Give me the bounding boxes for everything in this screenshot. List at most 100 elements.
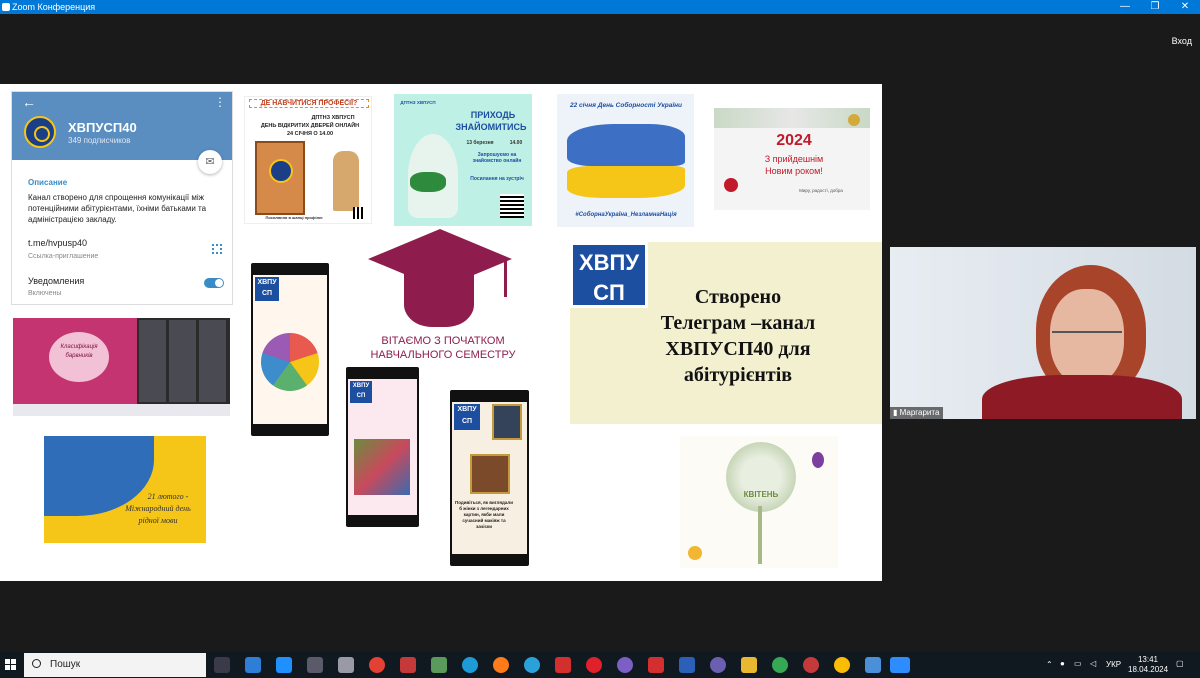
store-icon[interactable] — [245, 657, 261, 673]
phone-screenshot-1: ХВПУ СП — [251, 263, 329, 436]
notifications-state: Включены — [28, 290, 62, 297]
clock-date: 18.04.2024 — [1128, 665, 1169, 674]
system-clock[interactable]: 13:41 18.04.2024 — [1128, 655, 1168, 675]
poster-title: ДЕ НАВЧИТИСЯ ПРОФЕСІЇ? — [249, 99, 369, 108]
more-menu-icon: ⋮ — [214, 95, 226, 109]
viber-icon[interactable] — [617, 657, 633, 673]
college-emblem — [269, 159, 293, 183]
photos-icon[interactable] — [865, 657, 881, 673]
telegram-channel-card: ← ⋮ ХВПУСП40 349 подписчиков ✉ Описание … — [11, 91, 233, 305]
april-word: КВІТЕНЬ — [743, 490, 779, 499]
opera-icon[interactable] — [586, 657, 602, 673]
windows-logo-br — [11, 665, 16, 670]
classification-screenshot: Класифікація барвників — [13, 318, 230, 416]
participant-body — [982, 375, 1182, 419]
chrome-icon-2[interactable] — [772, 657, 788, 673]
green-bow — [410, 172, 446, 192]
network-icon[interactable]: ▭ — [1074, 659, 1082, 668]
map-blue-half — [567, 124, 685, 166]
chrome-icon-3[interactable] — [834, 657, 850, 673]
new-year-text2: Новим роком! — [765, 166, 823, 176]
phone3-logo-top: ХВПУ — [457, 406, 477, 413]
meet-invite: Запрошуємо на знайомство онлайн — [472, 152, 522, 164]
tray-chevron-icon[interactable]: ⌃ — [1046, 660, 1053, 669]
purple-flower — [812, 452, 824, 468]
language-indicator[interactable]: УКР — [1106, 660, 1121, 669]
meet-link: Посилання на зустріч — [470, 176, 524, 182]
fir-branches — [714, 108, 870, 128]
volume-icon[interactable]: ◁ — [1090, 659, 1096, 668]
minimize-button[interactable]: — — [1110, 0, 1140, 14]
phone3-caption: Подивіться, як виглядали б жінки з леген… — [454, 500, 514, 529]
acrobat-icon[interactable] — [555, 657, 571, 673]
start-button[interactable] — [0, 652, 22, 678]
telegram-icon[interactable] — [524, 657, 540, 673]
taskbar-search[interactable]: Пошук — [24, 653, 206, 677]
close-button[interactable]: ✕ — [1170, 0, 1200, 14]
yellow-flower — [688, 546, 702, 560]
classification-title2: барвників — [65, 353, 93, 359]
task-view-icon[interactable] — [214, 657, 230, 673]
calendar-icon[interactable] — [276, 657, 292, 673]
windows-logo-tr — [11, 659, 16, 664]
big-logo-top: ХВПУ — [578, 250, 640, 275]
participant-name-label: ▮ Маргарита — [890, 407, 944, 419]
signin-link[interactable]: Вход — [1172, 36, 1192, 46]
new-year-year: 2024 — [776, 132, 812, 149]
zoom-toolbar-strip — [13, 404, 230, 416]
calculator-icon[interactable] — [307, 657, 323, 673]
mother-line1: 21 лютого - — [147, 492, 189, 501]
poster-line3: 24 СІЧНЯ О 14.00 — [286, 131, 334, 137]
telegram-created-panel: ХВПУ СП Створено Телеграм –канал ХВПУСП4… — [570, 242, 882, 424]
notifications-icon[interactable]: ▢ — [1176, 659, 1184, 668]
zoom-taskbar-icon[interactable] — [890, 657, 910, 673]
created-line4: абітурієнтів — [683, 364, 793, 386]
created-line1: Створено — [694, 286, 782, 308]
media-icon[interactable] — [710, 657, 726, 673]
edge-icon[interactable] — [462, 657, 478, 673]
unity-title: 22 січня День Соборності України — [569, 102, 683, 109]
signal-icon: ▮ — [893, 408, 900, 417]
created-line2: Телеграм –канал — [660, 312, 816, 334]
mother-line2: Міжнародний день — [125, 504, 191, 513]
app-icon-2[interactable] — [431, 657, 447, 673]
poster-footer: Посилання в шапці профілю — [265, 215, 323, 220]
unity-tags: #СоборнаУкраїна_НезламнаНація — [575, 212, 677, 218]
windows-logo-tl — [5, 659, 10, 664]
zoom-app-icon — [2, 3, 10, 11]
telegram-created-text: Створено Телеграм –канал ХВПУСП40 для аб… — [608, 284, 868, 388]
explorer-icon[interactable] — [741, 657, 757, 673]
participant-video[interactable]: ▮ Маргарита — [890, 247, 1196, 419]
cap-base — [404, 271, 474, 327]
phone2-logo: ХВПУ СП — [350, 381, 372, 403]
windows-logo-bl — [5, 665, 10, 670]
app-icon-3[interactable] — [803, 657, 819, 673]
window-title: Zoom Конференция — [12, 2, 96, 12]
new-year-small: Миру, радості, добра — [799, 188, 843, 193]
mother-language-poster: 21 лютого - Міжнародний день рідної мови — [44, 436, 206, 543]
description-label: Описание — [28, 178, 68, 187]
meet-time: 14.00 — [509, 140, 523, 146]
collage-art — [354, 439, 410, 495]
app-icon-1[interactable] — [400, 657, 416, 673]
search-icon — [32, 659, 41, 668]
phone-screenshot-3: ХВПУ СП Подивіться, як виглядали б жінки… — [450, 390, 529, 566]
meet-date: 13 березня — [466, 140, 494, 146]
wellbeing-wheel — [261, 333, 319, 391]
snip-icon[interactable] — [338, 657, 354, 673]
firefox-icon[interactable] — [493, 657, 509, 673]
word-icon[interactable] — [679, 657, 695, 673]
chrome-icon[interactable] — [369, 657, 385, 673]
chat-bubble-icon: ✉ — [198, 150, 222, 174]
subscriber-count: 349 подписчиков — [68, 136, 131, 145]
microphone-icon[interactable]: ● — [1060, 659, 1065, 668]
pdf-icon[interactable] — [648, 657, 664, 673]
maximize-button[interactable]: ❐ — [1140, 0, 1170, 14]
phone1-logo-top: ХВПУ — [257, 279, 277, 286]
phone3-logo: ХВПУ СП — [454, 404, 480, 430]
channel-link: t.me/hvpusp40 — [28, 238, 88, 248]
meet-title1: ПРИХОДЬ — [470, 110, 516, 120]
clock-time: 13:41 — [1137, 655, 1159, 664]
channel-logo — [24, 116, 56, 148]
new-year-card: 2024 З прийдешнім Новим роком! Миру, рад… — [714, 108, 870, 210]
